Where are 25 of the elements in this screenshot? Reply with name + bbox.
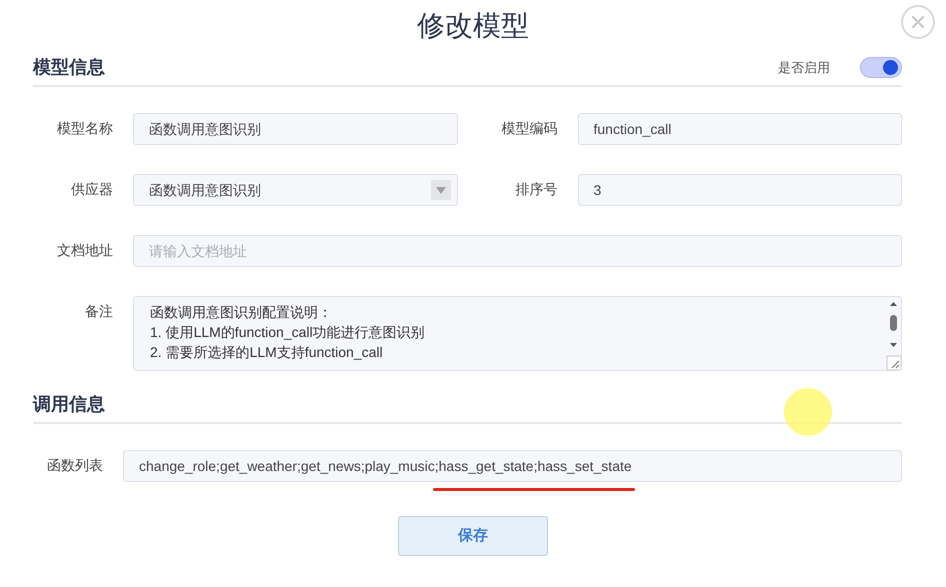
toggle-label: 是否启用 bbox=[778, 58, 830, 77]
notes-field[interactable]: 函数调用意图识别配置说明： 1. 使用LLM的function_call功能进行意图识别 2. 需要所选择的LLM支持function_call bbox=[133, 296, 902, 371]
section-heading: 模型信息 bbox=[33, 56, 105, 78]
input-field[interactable]: function_call bbox=[578, 113, 902, 145]
field-label: 备注 bbox=[84, 302, 113, 321]
cursor-highlight bbox=[784, 388, 832, 436]
section-heading: 调用信息 bbox=[33, 392, 105, 416]
notes-line: 1. 使用LLM的function_call功能进行意图识别 bbox=[150, 323, 426, 342]
field-label: 函数列表 bbox=[46, 456, 103, 475]
dialog-title: 修改模型 bbox=[417, 12, 529, 40]
field-label: 文档地址 bbox=[56, 241, 113, 260]
close-icon bbox=[911, 15, 925, 29]
provider-select[interactable]: 函数调用意图识别 bbox=[133, 174, 458, 206]
field-label: 模型名称 bbox=[56, 119, 113, 138]
scrollbar[interactable] bbox=[886, 297, 901, 370]
notes-line: 函数调用意图识别配置说明： bbox=[150, 303, 333, 322]
input-field[interactable]: change_role;get_weather;get_news;play_music;hass_get_state;hass_set_state bbox=[123, 450, 902, 482]
input-field[interactable]: 3 bbox=[578, 174, 902, 206]
notes-line: 2. 需要所选择的LLM支持function_call bbox=[150, 343, 384, 362]
field-label: 供应器 bbox=[70, 180, 113, 199]
input-field[interactable]: 函数调用意图识别 bbox=[133, 113, 458, 145]
enable-toggle[interactable] bbox=[860, 57, 902, 78]
field-label: 模型编码 bbox=[500, 119, 558, 138]
field-label: 排序号 bbox=[514, 180, 558, 199]
save-button[interactable]: 保存 bbox=[398, 516, 548, 556]
